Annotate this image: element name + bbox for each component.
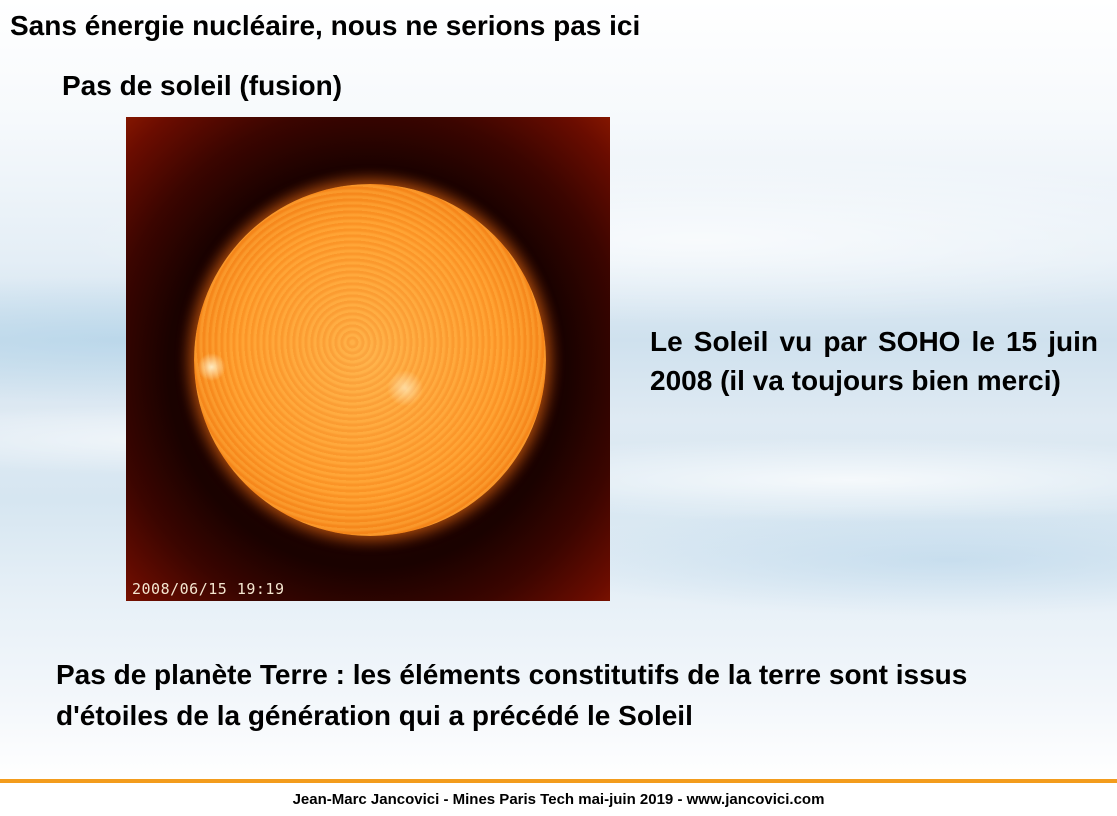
bottom-text: Pas de planète Terre : les éléments cons… (56, 659, 968, 731)
footer-credit: Jean-Marc Jancovici - Mines Paris Tech m… (292, 791, 825, 808)
sun-image: 2008/06/15 19:19 (126, 117, 610, 601)
footer-divider (0, 779, 1117, 783)
slide-title: Sans énergie nucléaire, nous ne serions … (10, 10, 641, 41)
image-caption: Le Soleil vu par SOHO le 15 juin 2008 (i… (650, 326, 1098, 396)
sun-disk (194, 184, 546, 536)
image-timestamp: 2008/06/15 19:19 (132, 580, 285, 598)
slide-subtitle: Pas de soleil (fusion) (62, 70, 343, 101)
